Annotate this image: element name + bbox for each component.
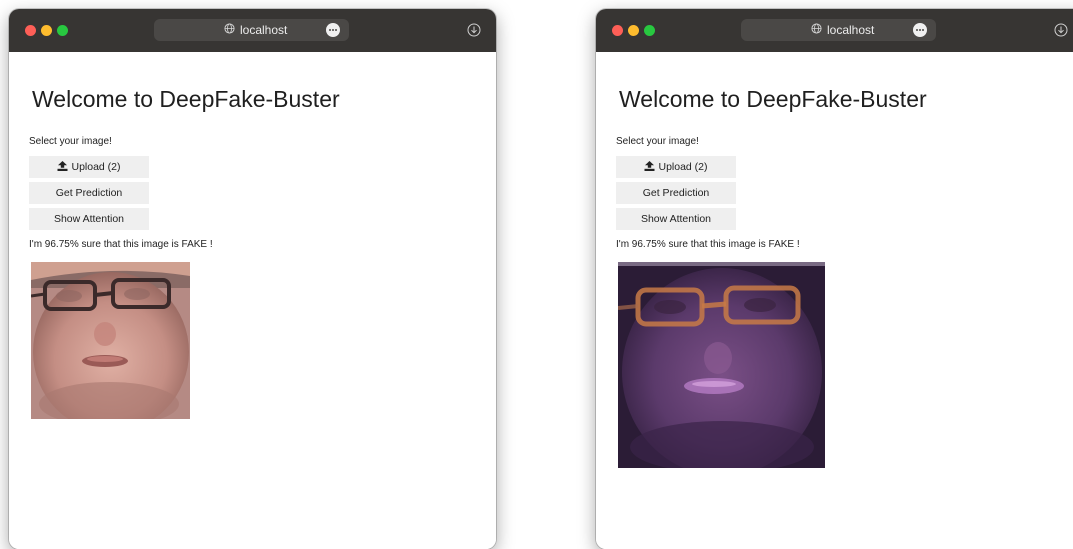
upload-icon xyxy=(644,161,655,171)
prediction-result: I'm 96.75% sure that this image is FAKE … xyxy=(616,239,800,250)
window-titlebar: localhost xyxy=(596,9,1073,52)
prediction-result: I'm 96.75% sure that this image is FAKE … xyxy=(29,239,213,250)
minimize-window-button[interactable] xyxy=(628,25,639,36)
page-title: Welcome to DeepFake-Buster xyxy=(619,86,927,112)
upload-button[interactable]: Upload (2) xyxy=(616,156,736,178)
upload-button[interactable]: Upload (2) xyxy=(29,156,149,178)
window-titlebar: localhost xyxy=(9,9,496,52)
zoom-window-button[interactable] xyxy=(644,25,655,36)
upload-icon xyxy=(57,161,68,171)
face-image xyxy=(31,262,190,419)
browser-window-original: localhost Welcome to DeepFake-Buster Sel… xyxy=(9,9,496,549)
minimize-window-button[interactable] xyxy=(41,25,52,36)
attention-map-image xyxy=(618,262,825,468)
download-icon[interactable] xyxy=(467,23,481,37)
upload-button-label: Upload (2) xyxy=(658,161,708,173)
select-image-label: Select your image! xyxy=(29,136,112,147)
address-bar[interactable]: localhost xyxy=(154,19,349,41)
show-attention-button[interactable]: Show Attention xyxy=(616,208,736,230)
page-content: Welcome to DeepFake-Buster Select your i… xyxy=(596,52,1073,549)
page-content: Welcome to DeepFake-Buster Select your i… xyxy=(9,52,496,549)
globe-icon xyxy=(224,23,235,34)
select-image-label: Select your image! xyxy=(616,136,699,147)
more-icon[interactable] xyxy=(913,23,927,37)
close-window-button[interactable] xyxy=(612,25,623,36)
browser-window-attention: localhost Welcome to DeepFake-Buster Sel… xyxy=(596,9,1073,549)
get-prediction-button[interactable]: Get Prediction xyxy=(616,182,736,204)
download-icon[interactable] xyxy=(1054,23,1068,37)
upload-button-label: Upload (2) xyxy=(71,161,121,173)
page-title: Welcome to DeepFake-Buster xyxy=(32,86,340,112)
show-attention-button[interactable]: Show Attention xyxy=(29,208,149,230)
close-window-button[interactable] xyxy=(25,25,36,36)
more-icon[interactable] xyxy=(326,23,340,37)
address-text: localhost xyxy=(827,23,875,37)
address-text: localhost xyxy=(240,23,288,37)
address-bar[interactable]: localhost xyxy=(741,19,936,41)
get-prediction-button[interactable]: Get Prediction xyxy=(29,182,149,204)
zoom-window-button[interactable] xyxy=(57,25,68,36)
globe-icon xyxy=(811,23,822,34)
